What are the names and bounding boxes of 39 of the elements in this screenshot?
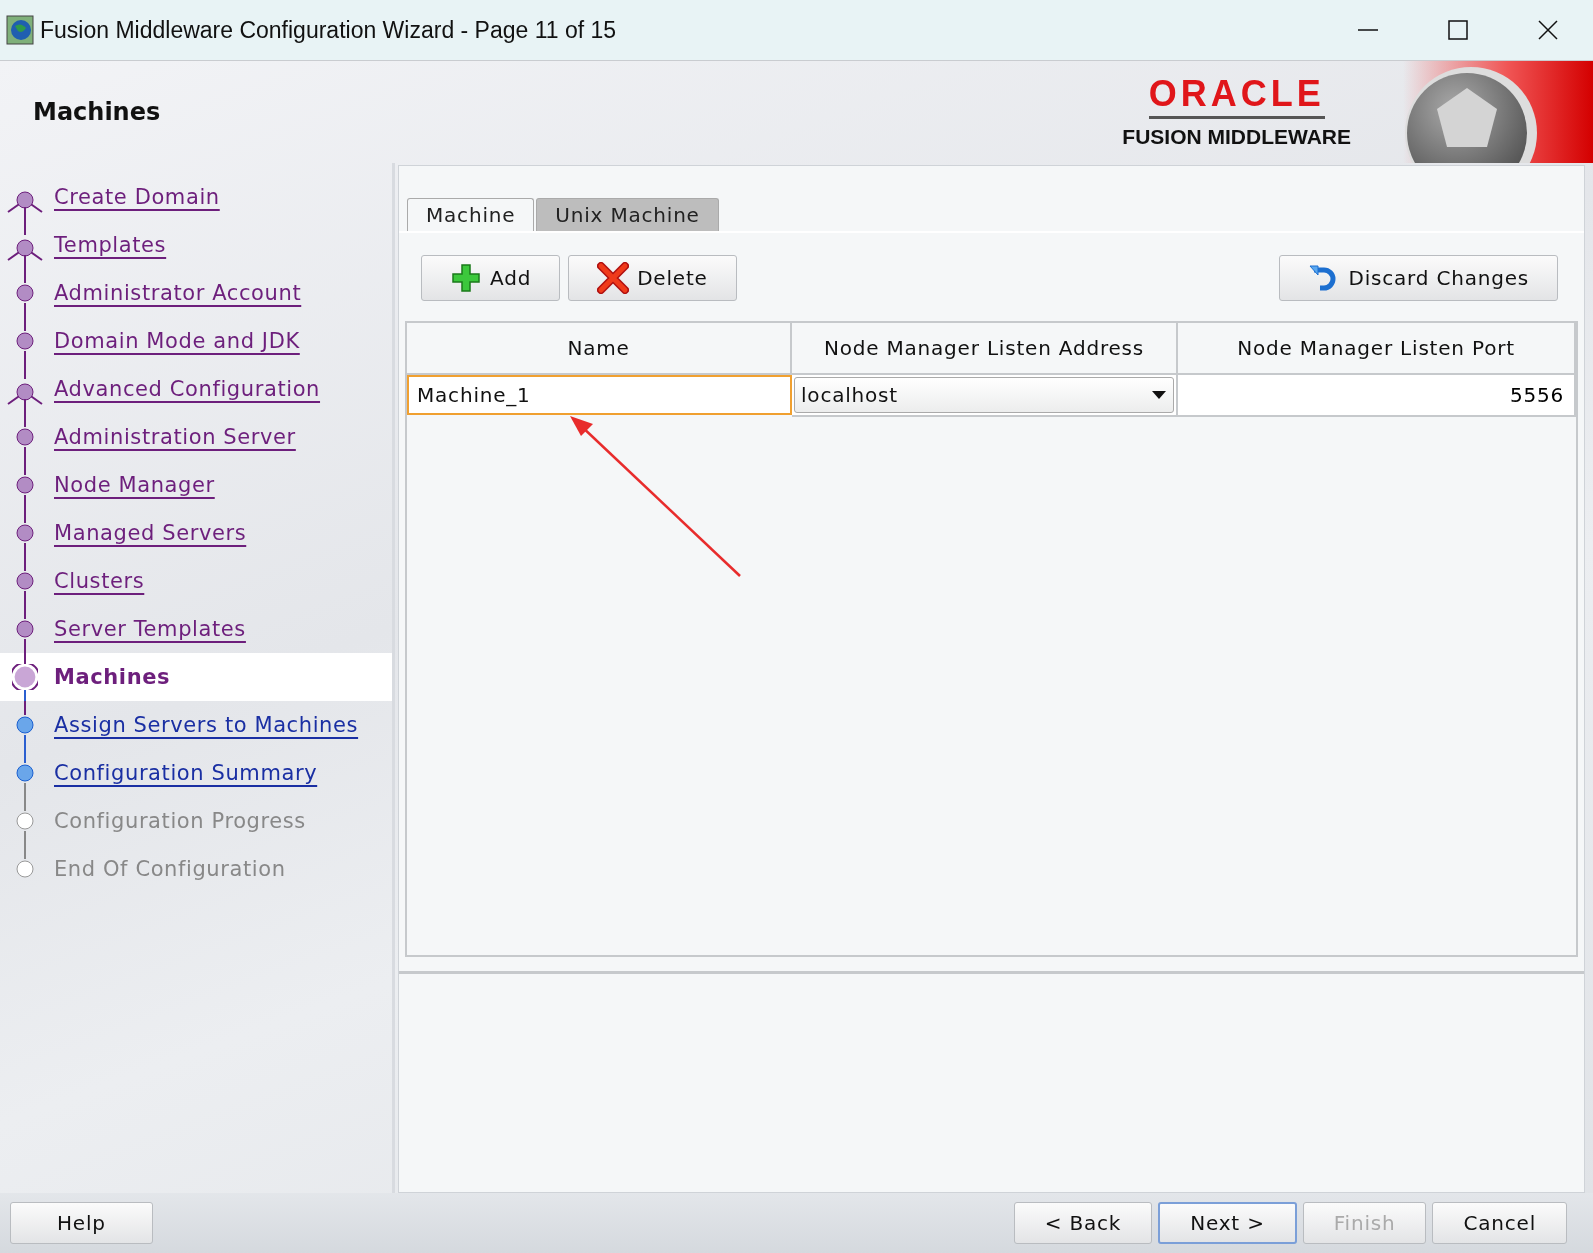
add-button[interactable]: Add bbox=[421, 255, 561, 301]
brand-logo: ORACLE bbox=[1148, 75, 1325, 119]
address-dropdown[interactable]: localhost bbox=[794, 377, 1174, 413]
caret-icon bbox=[1151, 390, 1167, 400]
current-step-label: Machines bbox=[54, 665, 171, 689]
minimize-icon[interactable] bbox=[1357, 29, 1379, 31]
step-link[interactable]: Managed Servers bbox=[54, 521, 247, 545]
table-cell: 5556 bbox=[1178, 375, 1576, 417]
wizard-button: Finish bbox=[1302, 1202, 1427, 1244]
step-link[interactable]: Domain Mode and JDK bbox=[54, 329, 300, 353]
tab[interactable]: Machine bbox=[407, 198, 535, 231]
step-link[interactable]: Advanced Configuration bbox=[54, 377, 321, 401]
close-icon[interactable] bbox=[1537, 19, 1559, 41]
product-name: FUSION MIDDLEWARE bbox=[1122, 124, 1351, 149]
window-title: Fusion Middleware Configuration Wizard - Page 11 of 15 bbox=[40, 16, 618, 44]
step-link[interactable]: Create Domain bbox=[54, 185, 220, 209]
maximize-icon[interactable] bbox=[1447, 19, 1469, 41]
step-link[interactable]: Templates bbox=[54, 233, 167, 257]
wizard-button[interactable]: Next > bbox=[1158, 1202, 1297, 1244]
name-field[interactable]: Machine_1 bbox=[407, 375, 792, 415]
plus-icon bbox=[450, 262, 482, 294]
discard-changes-button[interactable]: Discard Changes bbox=[1279, 255, 1558, 301]
step-link[interactable]: Clusters bbox=[54, 569, 145, 593]
step-link[interactable]: Administrator Account bbox=[54, 281, 302, 305]
step-link[interactable]: Node Manager bbox=[54, 473, 215, 497]
step-link[interactable]: Administration Server bbox=[54, 425, 296, 449]
app-icon bbox=[6, 15, 34, 45]
step-label: End Of Configuration bbox=[54, 857, 286, 881]
step-label: Configuration Progress bbox=[54, 809, 306, 833]
page-title: Machines bbox=[33, 98, 162, 126]
tab[interactable]: Unix Machine bbox=[536, 198, 719, 231]
step-link[interactable]: Assign Servers to Machines bbox=[54, 713, 359, 737]
wizard-button[interactable]: Cancel bbox=[1432, 1202, 1567, 1244]
cross-icon bbox=[597, 262, 630, 294]
delete-button[interactable]: Delete bbox=[568, 255, 737, 301]
step-link[interactable]: Server Templates bbox=[54, 617, 246, 641]
step-link[interactable]: Configuration Summary bbox=[54, 761, 318, 785]
wizard-button[interactable]: < Back bbox=[1013, 1202, 1153, 1244]
help-button[interactable]: Help bbox=[10, 1202, 153, 1244]
